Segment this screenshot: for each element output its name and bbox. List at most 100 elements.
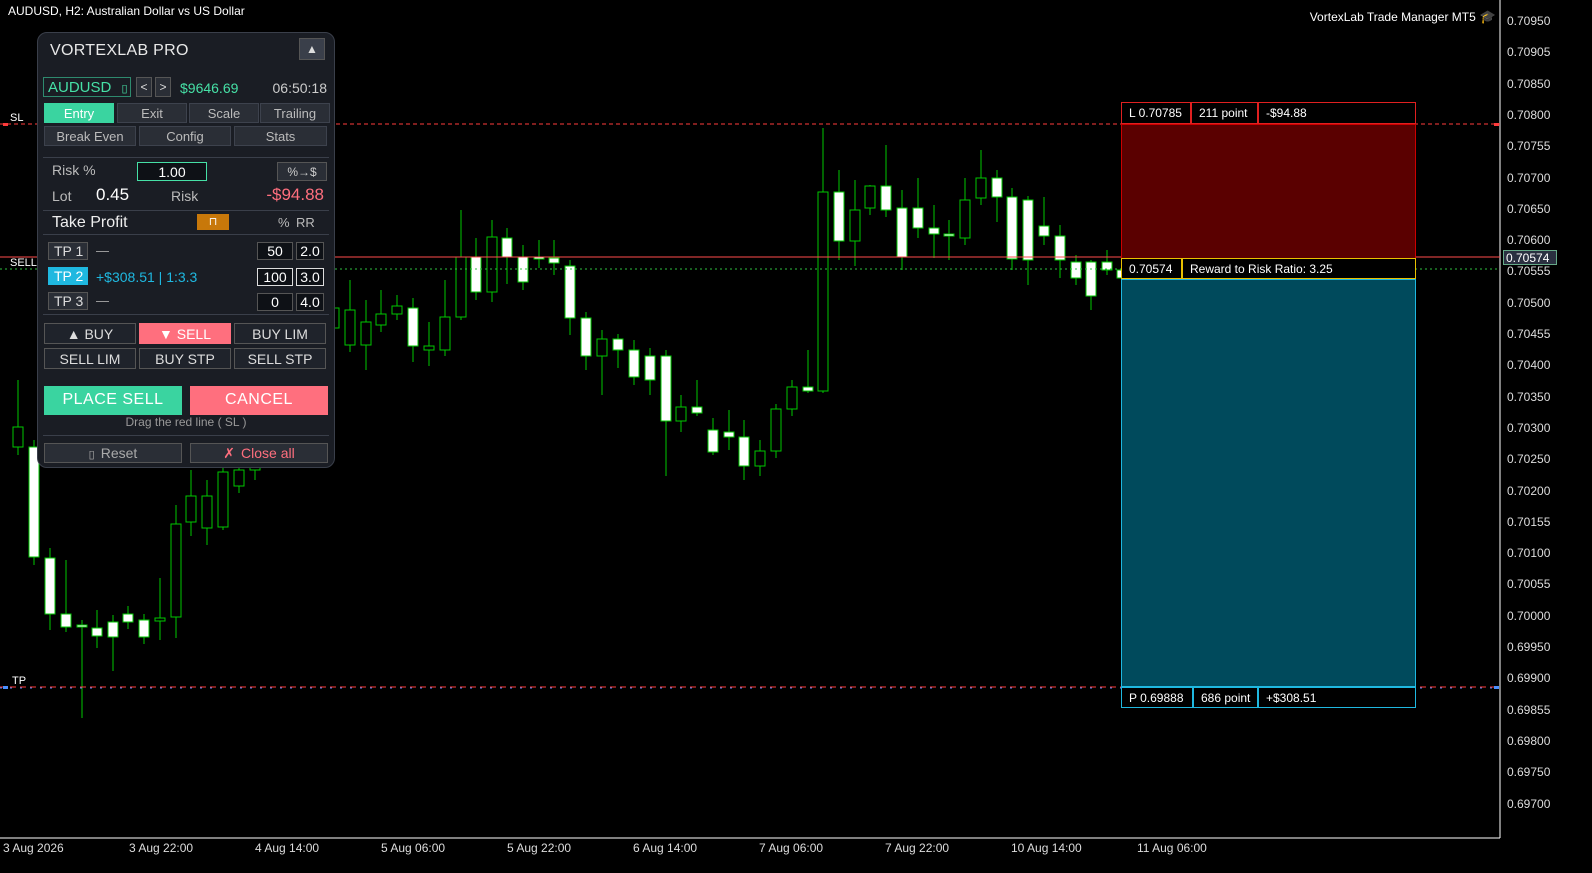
lot-label: Lot [52, 188, 72, 204]
tp2-rr-input[interactable]: 3.0 [296, 268, 324, 286]
tab-stats[interactable]: Stats [234, 126, 327, 146]
tp2-percent-input[interactable]: 100 [257, 268, 293, 286]
tab-trailing[interactable]: Trailing [260, 103, 330, 123]
candle-body [754, 450, 766, 467]
next-symbol-button[interactable]: > [155, 77, 171, 97]
tp1-rr-input[interactable]: 2.0 [296, 242, 324, 260]
candle-body [786, 386, 798, 410]
tp1-percent-input[interactable]: 50 [257, 242, 293, 260]
candle-body [691, 406, 703, 414]
candle-body [943, 233, 955, 237]
lot-value: 0.45 [96, 185, 130, 204]
chart-symbol-title: AUDUSD, H2: Australian Dollar vs US Doll… [8, 4, 245, 18]
tab-entry[interactable]: Entry [44, 103, 114, 123]
candle-body [122, 613, 134, 623]
price-axis-label: 0.69855 [1507, 702, 1551, 717]
price-axis-label: 0.69700 [1507, 796, 1551, 811]
candle-body [391, 305, 403, 315]
candle-body [170, 523, 182, 618]
candle-body [439, 316, 451, 351]
buy-limit-button[interactable]: BUY LIM [234, 323, 326, 344]
risk-money-value: -$94.88 [266, 185, 324, 204]
price-axis-label: 0.70155 [1507, 514, 1551, 529]
buy-button[interactable]: ▲ BUY [44, 323, 136, 344]
candle-body [628, 349, 640, 378]
price-axis-label: 0.70400 [1507, 358, 1551, 373]
candle-body [470, 256, 482, 293]
candle-body [723, 431, 735, 438]
candle-body [1006, 196, 1018, 260]
collapse-button[interactable]: ▲ [299, 38, 325, 60]
tp2-button[interactable]: TP 2 [48, 267, 88, 285]
price-axis-label: 0.69950 [1507, 640, 1551, 654]
price-axis-label: 0.70755 [1507, 139, 1551, 154]
time-axis-label: 5 Aug 06:00 [381, 841, 446, 855]
tab-scale[interactable]: Scale [189, 103, 259, 123]
candle-body [423, 345, 435, 351]
close-all-button[interactable]: ✗ Close all [190, 443, 328, 463]
candle-body [12, 426, 24, 448]
candle-body [91, 627, 103, 637]
reward-zone[interactable] [1121, 279, 1416, 687]
candle-body [564, 265, 576, 319]
lock-icon[interactable]: ⊓ [197, 214, 229, 230]
sl-points-cell: 211 point [1191, 102, 1258, 124]
entry-price-cell[interactable]: 0.70574 [1121, 258, 1182, 279]
price-axis-label: 0.70300 [1507, 420, 1551, 435]
place-order-button[interactable]: PLACE SELL [44, 386, 182, 415]
candle-body [344, 309, 356, 346]
reward-risk-ratio: Reward to Risk Ratio: 3.25 [1182, 258, 1416, 279]
candle-body [185, 495, 197, 523]
tp-price-cell: P 0.69888 [1121, 687, 1193, 708]
candle-body [60, 613, 72, 628]
tp2-info: +$308.51 | 1:3.3 [96, 269, 198, 285]
candle-body [201, 495, 213, 529]
time-axis-label: 3 Aug 22:00 [129, 841, 194, 855]
candle-body [612, 338, 624, 351]
price-axis-label: 0.70950 [1507, 14, 1551, 28]
tp3-button[interactable]: TP 3 [48, 292, 88, 310]
tab-exit[interactable]: Exit [117, 103, 187, 123]
reset-label: Reset [100, 445, 138, 461]
price-axis-label: 0.70455 [1507, 327, 1551, 341]
tp1-button[interactable]: TP 1 [48, 242, 88, 260]
tab-break-even[interactable]: Break Even [44, 126, 136, 146]
tp-line-label: TP [12, 675, 27, 687]
buy-stop-button[interactable]: BUY STP [139, 348, 231, 369]
candle-body [802, 386, 814, 392]
prev-symbol-button[interactable]: < [136, 77, 152, 97]
tp3-rr-input[interactable]: 4.0 [296, 293, 324, 311]
candle-body [959, 199, 971, 239]
time-axis-label: 3 Aug 2026 [3, 841, 64, 855]
tab-config[interactable]: Config [139, 126, 231, 146]
candle-body [1070, 261, 1082, 279]
time-axis-label: 4 Aug 14:00 [255, 841, 320, 855]
candle-body [817, 191, 829, 392]
risk-percent-input[interactable]: 1.00 [137, 162, 207, 181]
risk-zone[interactable] [1121, 124, 1416, 259]
cancel-button[interactable]: CANCEL [190, 386, 328, 415]
server-clock: 06:50:18 [272, 80, 328, 96]
symbol-selector[interactable]: AUDUSD ▯ [43, 77, 131, 97]
drag-hint: Drag the red line ( SL ) [125, 415, 247, 429]
reset-button[interactable]: ▯ Reset [44, 443, 182, 463]
price-axis-label: 0.70000 [1507, 608, 1551, 623]
sell-stop-button[interactable]: SELL STP [234, 348, 326, 369]
price-axis-label: 0.69900 [1507, 671, 1551, 686]
tp3-percent-input[interactable]: 0 [257, 293, 293, 311]
price-axis-label: 0.70850 [1507, 76, 1551, 91]
candle-body [660, 355, 672, 422]
account-balance: $9646.69 [180, 80, 239, 96]
risk-mode-toggle[interactable]: %→$ [277, 162, 327, 181]
candle-body [896, 207, 908, 258]
graduation-cap-icon: 🎓 [1479, 9, 1496, 24]
sell-button[interactable]: ▼ SELL [139, 323, 231, 344]
candle-body [880, 185, 892, 211]
candle-body [596, 338, 608, 357]
sell-limit-button[interactable]: SELL LIM [44, 348, 136, 369]
time-axis-label: 5 Aug 22:00 [507, 841, 572, 855]
candle-body [1022, 199, 1034, 261]
candle-body [991, 177, 1003, 198]
sell-line-label: SELL [10, 257, 37, 269]
candle-body [675, 406, 687, 422]
